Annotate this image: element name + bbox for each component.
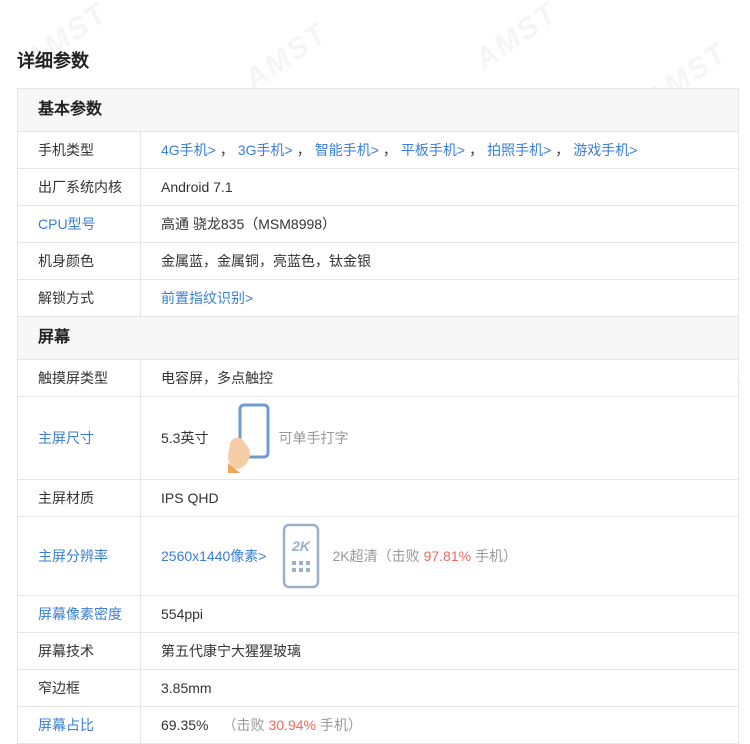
link-tablet-phone[interactable]: 平板手机> <box>401 140 465 160</box>
row-value: 金属蓝，金属铜，亮蓝色，钛金银 <box>161 253 371 269</box>
row-label-link-cpu[interactable]: CPU型号 <box>18 206 141 242</box>
spec-row-bezel: 窄边框 3.85mm <box>18 670 738 707</box>
page-title: 详细参数 <box>17 51 89 71</box>
screen-ratio-note-suffix: 手机） <box>319 717 362 733</box>
row-value: 2560x1440像素> 2K 2K超清（击败 97.81% 手机） <box>141 517 517 595</box>
spec-row-os: 出厂系统内核 Android 7.1 <box>18 169 738 206</box>
row-label-link-screen-ratio[interactable]: 屏幕占比 <box>18 707 141 743</box>
separator: ， <box>382 142 397 158</box>
link-resolution[interactable]: 2560x1440像素> <box>161 546 266 566</box>
screen-ratio-note-highlight: 30.94% <box>268 717 316 733</box>
row-label: 触摸屏类型 <box>18 360 141 396</box>
row-value: 554ppi <box>161 606 204 622</box>
spec-row-color: 机身颜色 金属蓝，金属铜，亮蓝色，钛金银 <box>18 243 738 280</box>
separator: ， <box>219 142 234 158</box>
row-value: 前置指纹识别> <box>141 280 253 316</box>
link-smart-phone[interactable]: 智能手机> <box>315 140 379 160</box>
2k-phone-icon: 2K <box>283 523 320 589</box>
link-4g-phone[interactable]: 4G手机> <box>161 140 216 160</box>
row-label: 解锁方式 <box>18 280 141 316</box>
screen-size-note: 可单手打字 <box>278 430 349 446</box>
resolution-note-highlight: 97.81% <box>423 548 472 564</box>
2k-icon-text: 2K <box>292 538 312 554</box>
spec-row-phone-type: 手机类型 4G手机> ， 3G手机> ， 智能手机> ， 平板手机> ， 拍照手… <box>18 132 738 169</box>
row-label: 屏幕技术 <box>18 633 141 669</box>
row-value: 高通 骁龙835（MSM8998） <box>161 216 337 232</box>
link-gaming-phone[interactable]: 游戏手机> <box>573 140 637 160</box>
row-value: 第五代康宁大猩猩玻璃 <box>161 643 301 659</box>
spec-row-cpu: CPU型号 高通 骁龙835（MSM8998） <box>18 206 738 243</box>
section-header-basic: 基本参数 <box>18 89 738 132</box>
row-value: 5.3英寸 可单手打字 <box>141 397 348 479</box>
spec-row-touch-type: 触摸屏类型 电容屏，多点触控 <box>18 360 738 397</box>
row-value: Android 7.1 <box>161 179 233 195</box>
row-value: 4G手机> ， 3G手机> ， 智能手机> ， 平板手机> ， 拍照手机> ， … <box>141 132 637 168</box>
separator: ， <box>469 142 484 158</box>
row-label: 机身颜色 <box>18 243 141 279</box>
row-label: 出厂系统内核 <box>18 169 141 205</box>
screen-ratio-value: 69.35% <box>161 717 209 733</box>
spec-row-resolution: 主屏分辨率 2560x1440像素> 2K 2K超清（击败 97.81% 手机） <box>18 517 738 596</box>
row-value: 69.35% （击败 30.94% 手机） <box>141 707 362 743</box>
row-label-link-resolution[interactable]: 主屏分辨率 <box>18 517 141 595</box>
row-value: 3.85mm <box>161 680 212 696</box>
separator: ， <box>296 142 311 158</box>
link-3g-phone[interactable]: 3G手机> <box>238 140 293 160</box>
separator: ， <box>555 142 570 158</box>
spec-row-unlock: 解锁方式 前置指纹识别> <box>18 280 738 317</box>
row-value: IPS QHD <box>161 490 219 506</box>
spec-row-ppi: 屏幕像素密度 554ppi <box>18 596 738 633</box>
row-label: 主屏材质 <box>18 480 141 516</box>
spec-row-screen-tech: 屏幕技术 第五代康宁大猩猩玻璃 <box>18 633 738 670</box>
spec-row-screen-material: 主屏材质 IPS QHD <box>18 480 738 517</box>
row-label-link-screen-size[interactable]: 主屏尺寸 <box>18 397 141 479</box>
row-label-link-ppi[interactable]: 屏幕像素密度 <box>18 596 141 632</box>
spec-row-screen-ratio: 屏幕占比 69.35% （击败 30.94% 手机） <box>18 707 738 744</box>
row-label: 手机类型 <box>18 132 141 168</box>
phone-in-hand-icon <box>228 403 270 473</box>
screen-size-value: 5.3英寸 <box>161 430 209 446</box>
row-value: 电容屏，多点触控 <box>161 370 273 386</box>
link-front-fingerprint[interactable]: 前置指纹识别> <box>161 288 253 308</box>
resolution-note-prefix: 2K超清（击败 <box>332 548 420 564</box>
screen-ratio-note-prefix: （击败 <box>222 717 265 733</box>
spec-table: 基本参数 手机类型 4G手机> ， 3G手机> ， 智能手机> ， 平板手机> … <box>17 88 739 744</box>
resolution-note-suffix: 手机） <box>475 548 518 564</box>
spec-row-screen-size: 主屏尺寸 5.3英寸 可单手打字 <box>18 397 738 480</box>
section-header-screen: 屏幕 <box>18 317 738 360</box>
row-label: 窄边框 <box>18 670 141 706</box>
link-camera-phone[interactable]: 拍照手机> <box>487 140 551 160</box>
